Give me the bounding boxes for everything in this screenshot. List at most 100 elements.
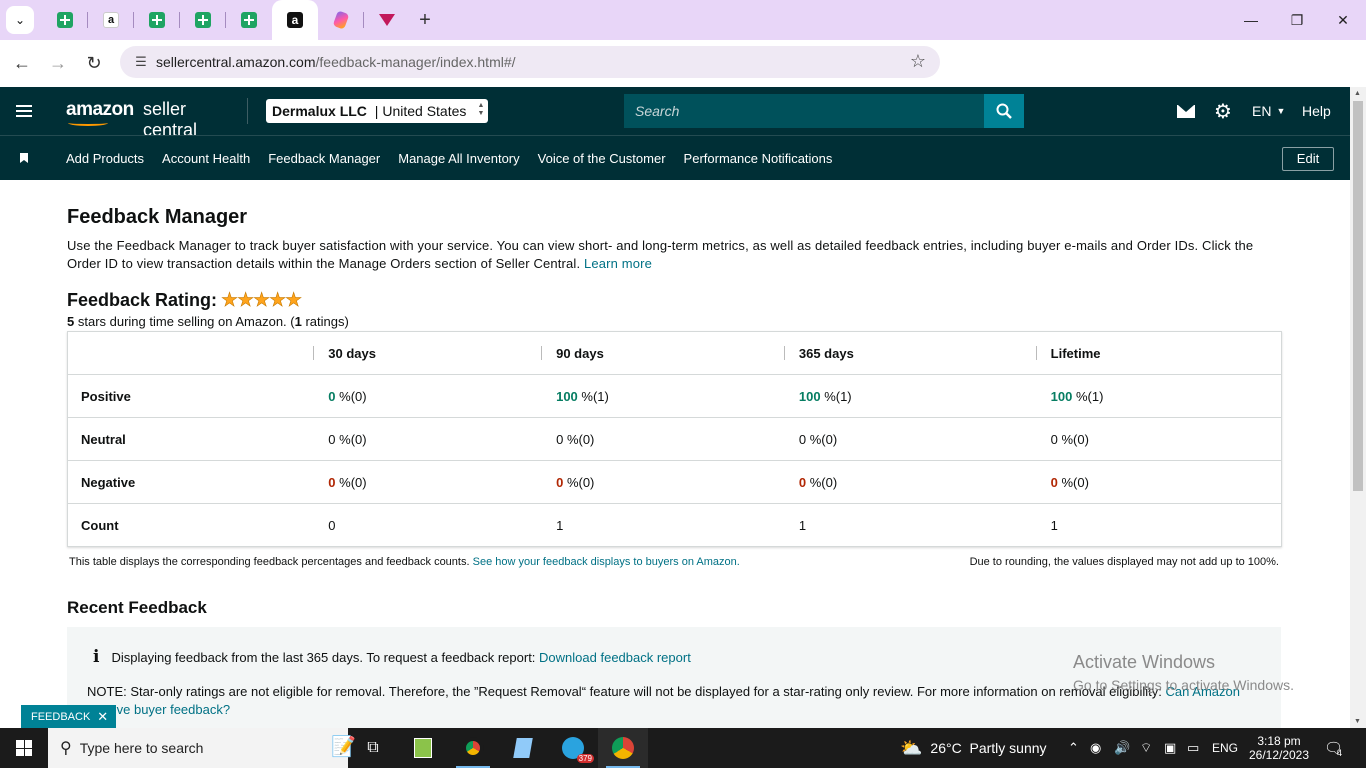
browser-tab[interactable] [134, 0, 180, 40]
cell-suffix: %(0) [335, 431, 367, 447]
seller-central-logo[interactable]: amazon seller central [66, 96, 231, 140]
close-window-button[interactable]: ✕ [1320, 0, 1366, 40]
cell-value: 1 [798, 517, 807, 533]
nav-account-health[interactable]: Account Health [162, 151, 250, 166]
browser-tab[interactable] [318, 0, 364, 40]
scroll-up-icon[interactable]: ▲ [1354, 90, 1361, 97]
row-label: Neutral [67, 417, 314, 461]
notifications-icon[interactable]: 🗨 4 [1324, 728, 1343, 768]
language-selector[interactable]: EN ▼ [1252, 87, 1285, 135]
url-field[interactable]: ☰ sellercentral.amazon.com/feedback-mana… [120, 46, 940, 78]
clock[interactable]: 3:18 pm 26/12/2023 [1249, 728, 1309, 768]
page-title: Feedback Manager [67, 206, 248, 228]
table-header-row: 30 days 90 days 365 days Lifetime [67, 331, 1282, 375]
rating-summary: 5 stars during time selling on Amazon. (… [67, 314, 1281, 329]
restore-button[interactable]: ❐ [1274, 0, 1320, 40]
help-link[interactable]: Help [1302, 87, 1331, 135]
taskbar-search-input[interactable]: ⚲ Type here to search 📝 [48, 728, 356, 768]
speaker-icon[interactable]: 🔊 [1114, 728, 1130, 768]
minimize-button[interactable]: — [1228, 0, 1274, 40]
table-row: Count 0 1 1 1 [68, 504, 1282, 547]
search-input[interactable]: Search [624, 94, 984, 128]
sheets-app-icon[interactable] [398, 728, 448, 768]
tab-search-button[interactable]: ⌄ [6, 6, 34, 34]
table-cell: 0 %(0) [313, 374, 542, 418]
cell-value: 0 [328, 517, 336, 533]
chrome-profile-app-icon[interactable] [598, 728, 648, 768]
divider [247, 98, 248, 124]
rounding-note: Due to rounding, the values displayed ma… [969, 556, 1279, 568]
table-cell: 1 [784, 504, 1036, 547]
weather-widget[interactable]: ⛅ 26°C Partly sunny [900, 728, 1047, 768]
feedback-rating-table: 30 days 90 days 365 days Lifetime Positi… [67, 331, 1282, 547]
cell-suffix: %(0) [806, 431, 838, 447]
table-cell: 0 %(0) [1035, 460, 1282, 504]
reload-button[interactable]: ↻ [76, 45, 112, 81]
forward-button[interactable]: → [40, 45, 76, 81]
weather-text: 26°C Partly sunny [930, 740, 1047, 756]
browser-tab-active[interactable]: a [272, 0, 318, 40]
table-row: Positive 0 %(0) 100 %(1) 100 %(1) 100 %(1) [67, 374, 1282, 418]
show-hidden-icons[interactable]: ⌃ [1068, 728, 1079, 768]
bookmarks-nav-bar: Add Products Account Health Feedback Man… [0, 135, 1350, 180]
network-icon[interactable]: ⌔ [1140, 728, 1152, 768]
hamburger-menu-icon[interactable] [0, 87, 48, 135]
watermark-line2: Go to Settings to activate Windows. [1073, 677, 1294, 693]
row-label: Count [81, 517, 119, 533]
cell-value: 100 [556, 388, 578, 404]
info-icon: i [93, 647, 100, 667]
url-path: /feedback-manager/index.html#/ [315, 54, 516, 70]
nav-manage-all-inventory[interactable]: Manage All Inventory [398, 151, 519, 166]
close-icon[interactable]: ✕ [97, 709, 108, 725]
bookmark-star-icon[interactable]: ☆ [910, 51, 926, 72]
account-switcher[interactable]: Dermalux LLC | United States ▲ ▼ [266, 99, 489, 123]
scroll-down-icon[interactable]: ▼ [1354, 718, 1361, 725]
header-90-days: 90 days [556, 345, 604, 361]
search-button[interactable] [984, 94, 1024, 128]
page-scrollbar[interactable]: ▲ ▼ [1350, 87, 1366, 728]
nav-voice-of-the-customer[interactable]: Voice of the Customer [538, 151, 666, 166]
browser-tab[interactable] [180, 0, 226, 40]
table-header: 90 days [541, 331, 784, 375]
browser-tab[interactable] [364, 0, 410, 40]
settings-gear-icon[interactable]: ⚙ [1214, 87, 1232, 135]
scrollbar-thumb[interactable] [1353, 101, 1363, 491]
table-cell: 0 %(0) [783, 417, 1036, 461]
nav-feedback-manager[interactable]: Feedback Manager [268, 151, 380, 166]
meet-now-icon[interactable]: ▣ [1164, 728, 1176, 768]
tray-app-icon[interactable]: ◉ [1090, 728, 1101, 768]
download-feedback-report-link[interactable]: Download feedback report [539, 650, 691, 665]
browser-tab[interactable]: a [88, 0, 134, 40]
language-label: EN [1252, 103, 1272, 119]
recent-feedback-title: Recent Feedback [67, 598, 207, 617]
site-info-icon[interactable]: ☰ [126, 54, 156, 70]
back-button[interactable]: ← [4, 45, 40, 81]
feedback-tab[interactable]: FEEDBACK ✕ [21, 705, 117, 729]
table-note-text: This table displays the corresponding fe… [69, 556, 470, 568]
rating-count: 1 [294, 314, 302, 329]
notes-app-icon[interactable] [498, 728, 548, 768]
table-cell: 0 %(0) [541, 417, 784, 461]
feedback-display-link[interactable]: See how your feedback displays to buyers… [473, 556, 740, 568]
cell-suffix: %(1) [577, 388, 609, 404]
start-button[interactable] [0, 728, 48, 768]
chrome-app-icon[interactable] [448, 728, 498, 768]
task-view-icon[interactable]: ⧉ [348, 728, 398, 768]
nav-add-products[interactable]: Add Products [66, 151, 144, 166]
bookmark-icon[interactable] [20, 153, 28, 163]
table-cell: 0 %(0) [313, 417, 542, 461]
mail-icon[interactable] [1177, 104, 1195, 118]
clickup-icon [332, 10, 350, 30]
browser-tab[interactable] [42, 0, 88, 40]
learn-more-link[interactable]: Learn more [584, 256, 652, 271]
battery-icon[interactable]: ▭ [1187, 728, 1199, 768]
table-header: 30 days [313, 331, 542, 375]
cell-suffix: %(1) [1072, 388, 1104, 404]
telegram-app-icon[interactable]: 379 [548, 728, 598, 768]
rating-summary-mid: stars during time selling on Amazon. ( [74, 314, 295, 329]
browser-tab[interactable] [226, 0, 272, 40]
edit-nav-button[interactable]: Edit [1282, 147, 1334, 171]
input-language[interactable]: ENG [1212, 728, 1238, 768]
new-tab-button[interactable]: + [410, 9, 440, 32]
nav-performance-notifications[interactable]: Performance Notifications [684, 151, 833, 166]
